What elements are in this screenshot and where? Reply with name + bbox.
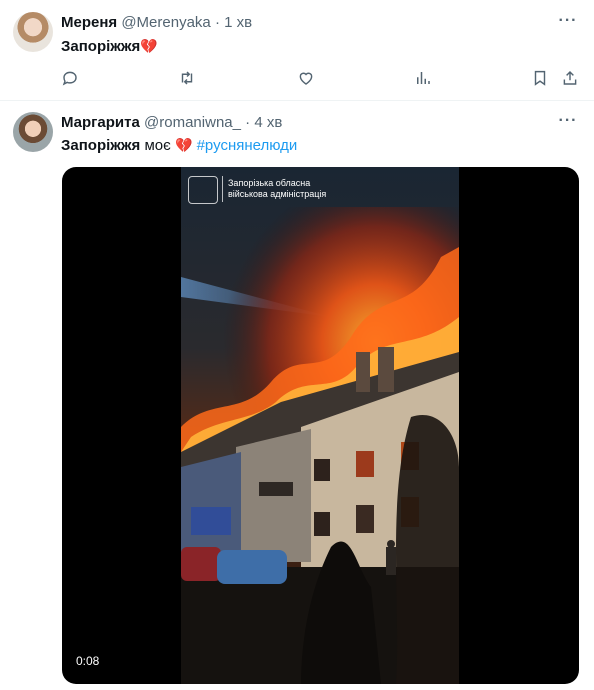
like-icon[interactable] [294, 66, 318, 90]
watermark: Запорізька обласна військова адміністрац… [188, 175, 388, 205]
separator-dot: · [214, 14, 220, 31]
fire-scene-image [181, 167, 459, 684]
coat-of-arms-icon [188, 176, 218, 204]
tweet-header: Мереня @Merenyaka · 1 хв [61, 13, 252, 33]
watermark-text: Запорізька обласна військова адміністрац… [228, 178, 326, 200]
avatar[interactable] [13, 12, 53, 52]
watermark-divider [222, 176, 223, 202]
broken-heart-emoji: 💔 [174, 137, 193, 153]
views-icon[interactable] [411, 66, 435, 90]
video-timestamp: 0:08 [76, 654, 100, 668]
tweet-text-plain: моє [140, 137, 175, 154]
tweet-merenya[interactable]: Мереня @Merenyaka · 1 хв ··· Запоріжжя💔 [0, 0, 594, 101]
display-name[interactable]: Маргарита [61, 114, 140, 131]
share-icon[interactable] [558, 66, 582, 90]
more-icon[interactable]: ··· [558, 13, 578, 34]
tweet-text: Запоріжжя моє 💔 #руснянелюди [61, 135, 297, 156]
reply-icon[interactable] [58, 66, 82, 90]
hashtag-link[interactable]: #руснянелюди [197, 137, 298, 154]
timestamp[interactable]: 4 хв [254, 114, 282, 131]
display-name[interactable]: Мереня [61, 14, 117, 31]
retweet-icon[interactable] [175, 66, 199, 90]
tweet-margaryta[interactable]: Маргарита @romaniwna_ · 4 хв ··· Запоріж… [0, 101, 594, 690]
tweet-header: Маргарита @romaniwna_ · 4 хв [61, 113, 282, 133]
user-handle[interactable]: @Merenyaka [121, 14, 210, 31]
watermark-line2: військова адміністрація [228, 189, 327, 199]
tweet-text-bold: Запоріжжя [61, 137, 141, 154]
bookmark-icon[interactable] [528, 66, 552, 90]
separator-dot: · [245, 114, 251, 131]
broken-heart-emoji: 💔 [140, 38, 158, 54]
tweet-text-bold: Запоріжжя [61, 38, 141, 55]
watermark-line1: Запорізька обласна [228, 178, 311, 188]
tweet-text: Запоріжжя💔 [61, 36, 158, 57]
video-frame[interactable]: Запорізька обласна військова адміністрац… [181, 167, 459, 684]
avatar[interactable] [13, 112, 53, 152]
tweet-actions [58, 66, 584, 90]
more-icon[interactable]: ··· [558, 113, 578, 134]
video-player[interactable]: Запорізька обласна військова адміністрац… [62, 167, 579, 684]
timestamp[interactable]: 1 хв [224, 14, 252, 31]
user-handle[interactable]: @romaniwna_ [144, 114, 241, 131]
